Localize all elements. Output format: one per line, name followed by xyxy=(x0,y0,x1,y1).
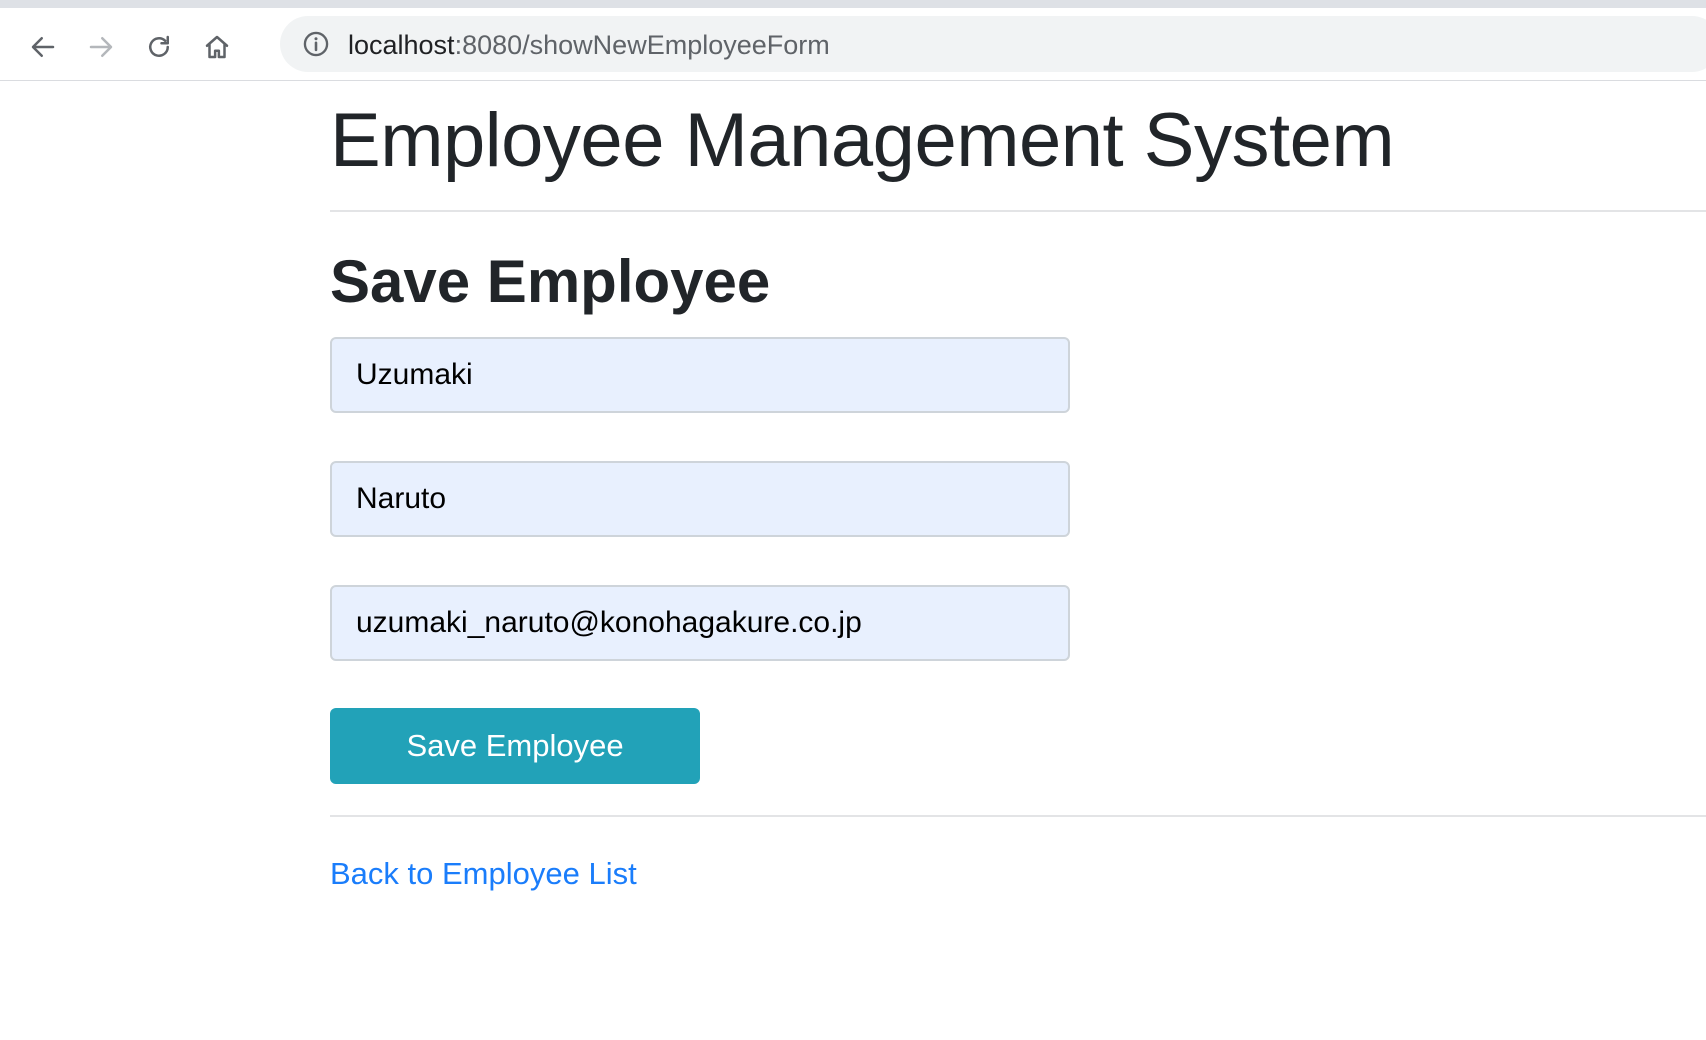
url-text[interactable]: localhost:8080/showNewEmployeeForm xyxy=(348,30,830,60)
url-host: localhost xyxy=(348,30,455,60)
url-path: :8080/showNewEmployeeForm xyxy=(454,30,830,60)
email-field[interactable] xyxy=(330,585,1070,661)
reload-icon xyxy=(149,35,169,57)
back-arrow-icon xyxy=(31,37,55,57)
first-name-field[interactable] xyxy=(330,337,1070,413)
last-name-field[interactable] xyxy=(330,461,1070,537)
browser-tab-strip xyxy=(0,0,1706,8)
divider xyxy=(330,815,1706,817)
browser-toolbar: localhost:8080/showNewEmployeeForm xyxy=(0,8,1706,81)
home-button[interactable] xyxy=(198,28,236,66)
page-title: Employee Management System xyxy=(330,98,1395,183)
address-bar[interactable]: localhost:8080/showNewEmployeeForm xyxy=(280,16,1706,72)
reload-button[interactable] xyxy=(140,28,178,66)
forward-button[interactable] xyxy=(82,28,120,66)
back-button[interactable] xyxy=(24,28,62,66)
home-icon xyxy=(205,35,229,59)
section-title: Save Employee xyxy=(330,248,771,315)
info-icon[interactable] xyxy=(302,30,330,58)
divider xyxy=(330,210,1706,212)
save-employee-button[interactable]: Save Employee xyxy=(330,708,700,784)
back-to-employee-list-link[interactable]: Back to Employee List xyxy=(330,854,637,894)
forward-arrow-icon xyxy=(89,37,113,57)
